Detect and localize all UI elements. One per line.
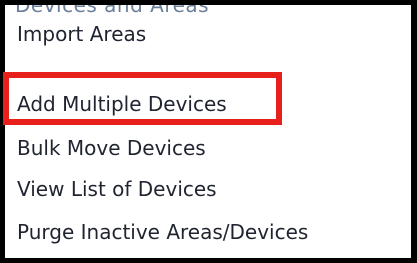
screenshot-frame: Devices and Areas Import Areas Add Multi…	[0, 0, 417, 263]
menu-item-import-areas[interactable]: Import Areas	[17, 22, 146, 46]
menu-top-cutoff: Devices and Areas	[5, 5, 411, 16]
menu-item-purge-inactive[interactable]: Purge Inactive Areas/Devices	[17, 220, 308, 244]
menu-top-partial-text: Devices and Areas	[15, 5, 209, 16]
highlight-annotation-box	[3, 72, 282, 125]
menu-item-view-list-of-devices[interactable]: View List of Devices	[17, 177, 217, 201]
dropdown-menu: Devices and Areas Import Areas Add Multi…	[5, 5, 411, 258]
menu-item-bulk-move-devices[interactable]: Bulk Move Devices	[17, 136, 206, 160]
